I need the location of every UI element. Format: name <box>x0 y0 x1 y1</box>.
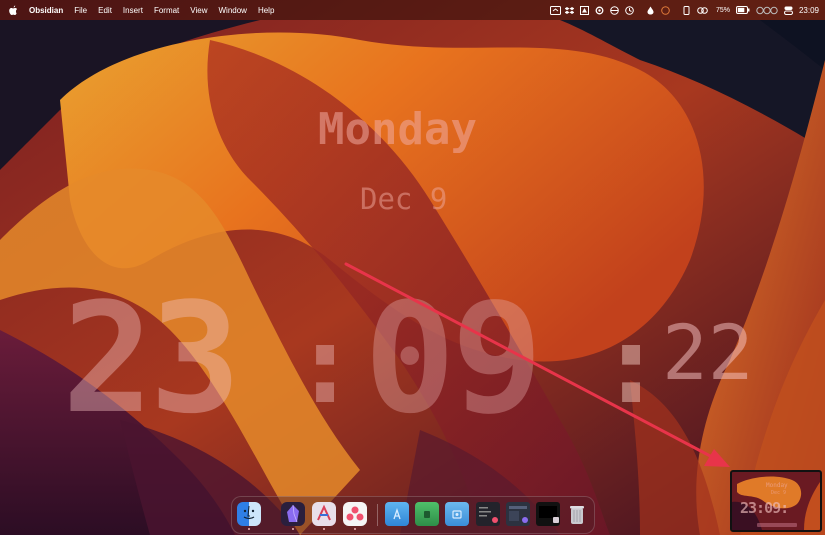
activity-circles-icon[interactable] <box>756 6 778 15</box>
menu-format[interactable]: Format <box>154 6 179 15</box>
menu-help[interactable]: Help <box>258 6 274 15</box>
battery-icon[interactable] <box>735 5 750 15</box>
menu-edit[interactable]: Edit <box>98 6 112 15</box>
clock-seconds: 22 <box>662 308 754 397</box>
running-indicator <box>323 528 325 530</box>
menubar-clock[interactable]: 23:09 <box>799 6 819 15</box>
battery-percent: 75% <box>715 6 730 14</box>
green-folder-icon[interactable] <box>415 502 439 526</box>
apple-menu-icon[interactable] <box>9 5 18 16</box>
menu-window[interactable]: Window <box>218 6 246 15</box>
app-menu-obsidian[interactable]: Obsidian <box>29 6 63 15</box>
obsidian-icon[interactable] <box>281 502 305 526</box>
clock-minutes: 09 <box>364 270 543 447</box>
control-center-icon[interactable] <box>783 6 793 15</box>
recent-window-3-icon[interactable] <box>536 502 560 526</box>
screenshot-thumbnail[interactable]: Monday Dec 9 23:09: <box>730 470 822 532</box>
clock-separator-2: : <box>598 300 665 428</box>
finder-icon[interactable] <box>237 502 261 526</box>
desktop-wallpaper <box>0 0 825 535</box>
ink-drop-icon[interactable] <box>646 6 655 15</box>
screen-record-icon[interactable] <box>549 5 561 15</box>
recent-window-2-icon[interactable] <box>506 502 530 526</box>
link-icon[interactable] <box>697 6 708 15</box>
menu-insert[interactable]: Insert <box>123 6 143 15</box>
trash-icon[interactable] <box>565 502 589 526</box>
dropbox-icon[interactable] <box>564 6 574 15</box>
menu-view[interactable]: View <box>190 6 207 15</box>
notes-app-icon[interactable] <box>312 502 336 526</box>
dock-separator <box>377 504 378 526</box>
clock-day: Monday <box>318 104 477 155</box>
applications-folder-icon[interactable] <box>385 502 409 526</box>
phone-mirror-icon[interactable] <box>682 5 691 15</box>
clock-date: Dec 9 <box>360 182 448 216</box>
clock-separator-1: : <box>292 300 359 428</box>
menu-file[interactable]: File <box>74 6 87 15</box>
focus-circle-icon[interactable] <box>661 5 670 15</box>
vpn-icon[interactable] <box>610 5 619 15</box>
google-drive-icon[interactable] <box>579 5 589 15</box>
screenshots-folder-icon[interactable] <box>445 502 469 526</box>
running-indicator <box>248 528 250 530</box>
menu-bar: Obsidian File Edit Insert Format View Wi… <box>0 0 825 20</box>
thumbnail-dock <box>757 523 797 527</box>
thumbnail-date: Dec 9 <box>771 490 787 496</box>
clock-history-icon[interactable] <box>625 5 634 15</box>
settings-icon[interactable] <box>595 6 604 15</box>
recent-window-1-icon[interactable] <box>476 502 500 526</box>
dock <box>231 496 595 534</box>
thumbnail-day: Monday <box>766 482 788 489</box>
running-indicator <box>354 528 356 530</box>
asana-icon[interactable] <box>343 502 367 526</box>
running-indicator <box>292 528 294 530</box>
thumbnail-time: 23:09: <box>740 499 789 517</box>
clock-hours: 23 <box>62 270 241 447</box>
